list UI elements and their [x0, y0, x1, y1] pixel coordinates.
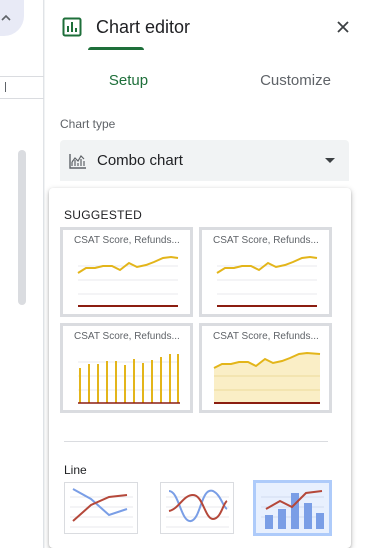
chart-editor-icon: [62, 17, 82, 37]
line-section-heading: Line: [64, 463, 87, 477]
dropdown-arrow-icon: [325, 158, 335, 163]
panel-title: Chart editor: [96, 16, 191, 37]
suggested-heading: SUGGESTED: [64, 208, 143, 222]
close-icon: [337, 21, 349, 33]
chart-type-value: Combo chart: [97, 152, 183, 169]
sheet-area: [0, 0, 44, 548]
suggested-chart-thumbnail[interactable]: CSAT Score, Refunds...: [199, 323, 332, 413]
tab-setup[interactable]: Setup: [45, 54, 212, 98]
tab-customize[interactable]: Customize: [212, 54, 379, 98]
line-chart-preview: [77, 255, 179, 307]
chart-type-select[interactable]: Combo chart: [60, 140, 349, 181]
smooth-line-chart-icon: [166, 489, 229, 528]
area-chart-preview: [213, 351, 321, 404]
suggested-chart-thumbnail[interactable]: CSAT Score, Refunds...: [199, 227, 332, 317]
combo-chart-icon: [69, 153, 86, 169]
panel-header: Chart editor: [45, 0, 379, 54]
column-chart-preview: [78, 354, 180, 404]
sheet-cell-cursor: [5, 82, 6, 92]
combo-chart-option[interactable]: [253, 480, 332, 536]
sheet-scrollbar[interactable]: [18, 150, 26, 305]
close-button[interactable]: [331, 15, 355, 39]
chart-type-dropdown: SUGGESTED CSAT Score, Refunds... CSAT Sc…: [49, 188, 351, 548]
chart-type-label: Chart type: [60, 117, 116, 131]
active-tab-indicator: [88, 47, 144, 50]
smooth-line-chart-option[interactable]: [160, 482, 234, 534]
line-chart-preview: [216, 255, 318, 307]
editor-tabs: Setup Customize: [45, 54, 379, 98]
sheet-gridline: [0, 98, 44, 99]
suggested-chart-thumbnail[interactable]: CSAT Score, Refunds...: [60, 227, 193, 317]
suggested-chart-thumbnail[interactable]: CSAT Score, Refunds...: [60, 323, 193, 413]
sheet-gridline: [0, 76, 44, 77]
section-divider: [64, 441, 328, 442]
combo-chart-icon: [261, 490, 324, 529]
line-chart-option[interactable]: [64, 482, 138, 534]
line-chart-icon: [70, 488, 133, 528]
chevron-up-icon[interactable]: [0, 0, 24, 36]
